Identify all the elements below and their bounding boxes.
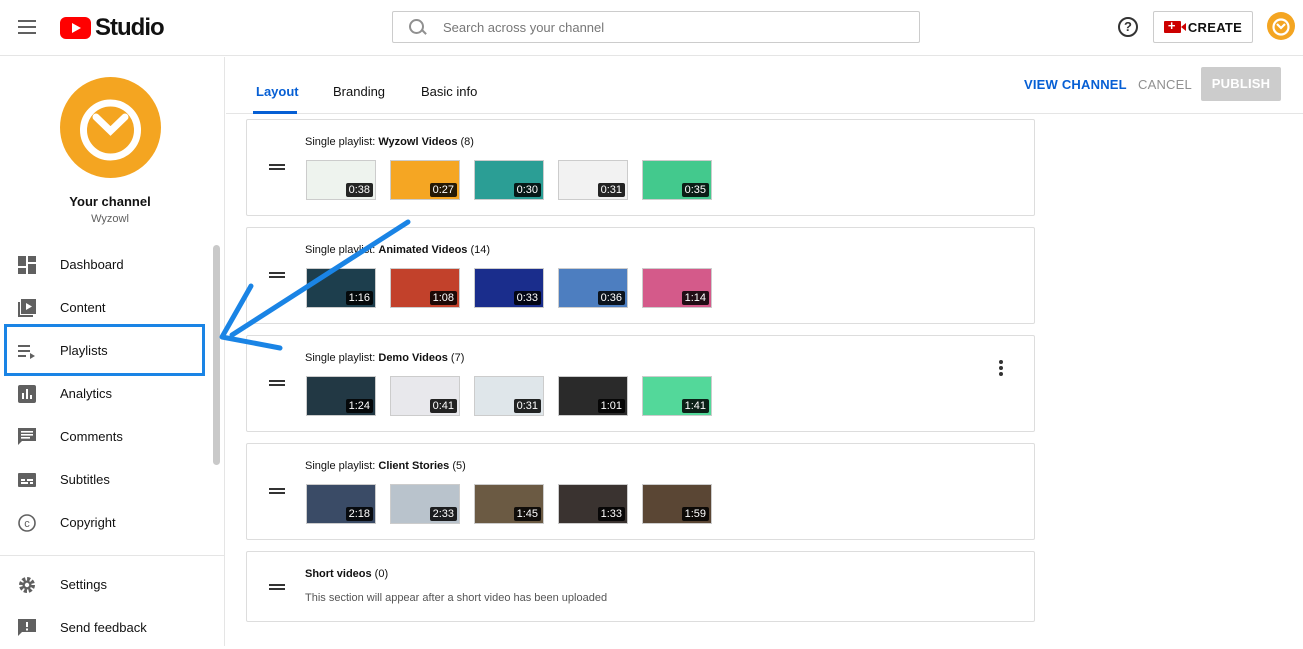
annotation-arrow-icon: [219, 219, 411, 351]
